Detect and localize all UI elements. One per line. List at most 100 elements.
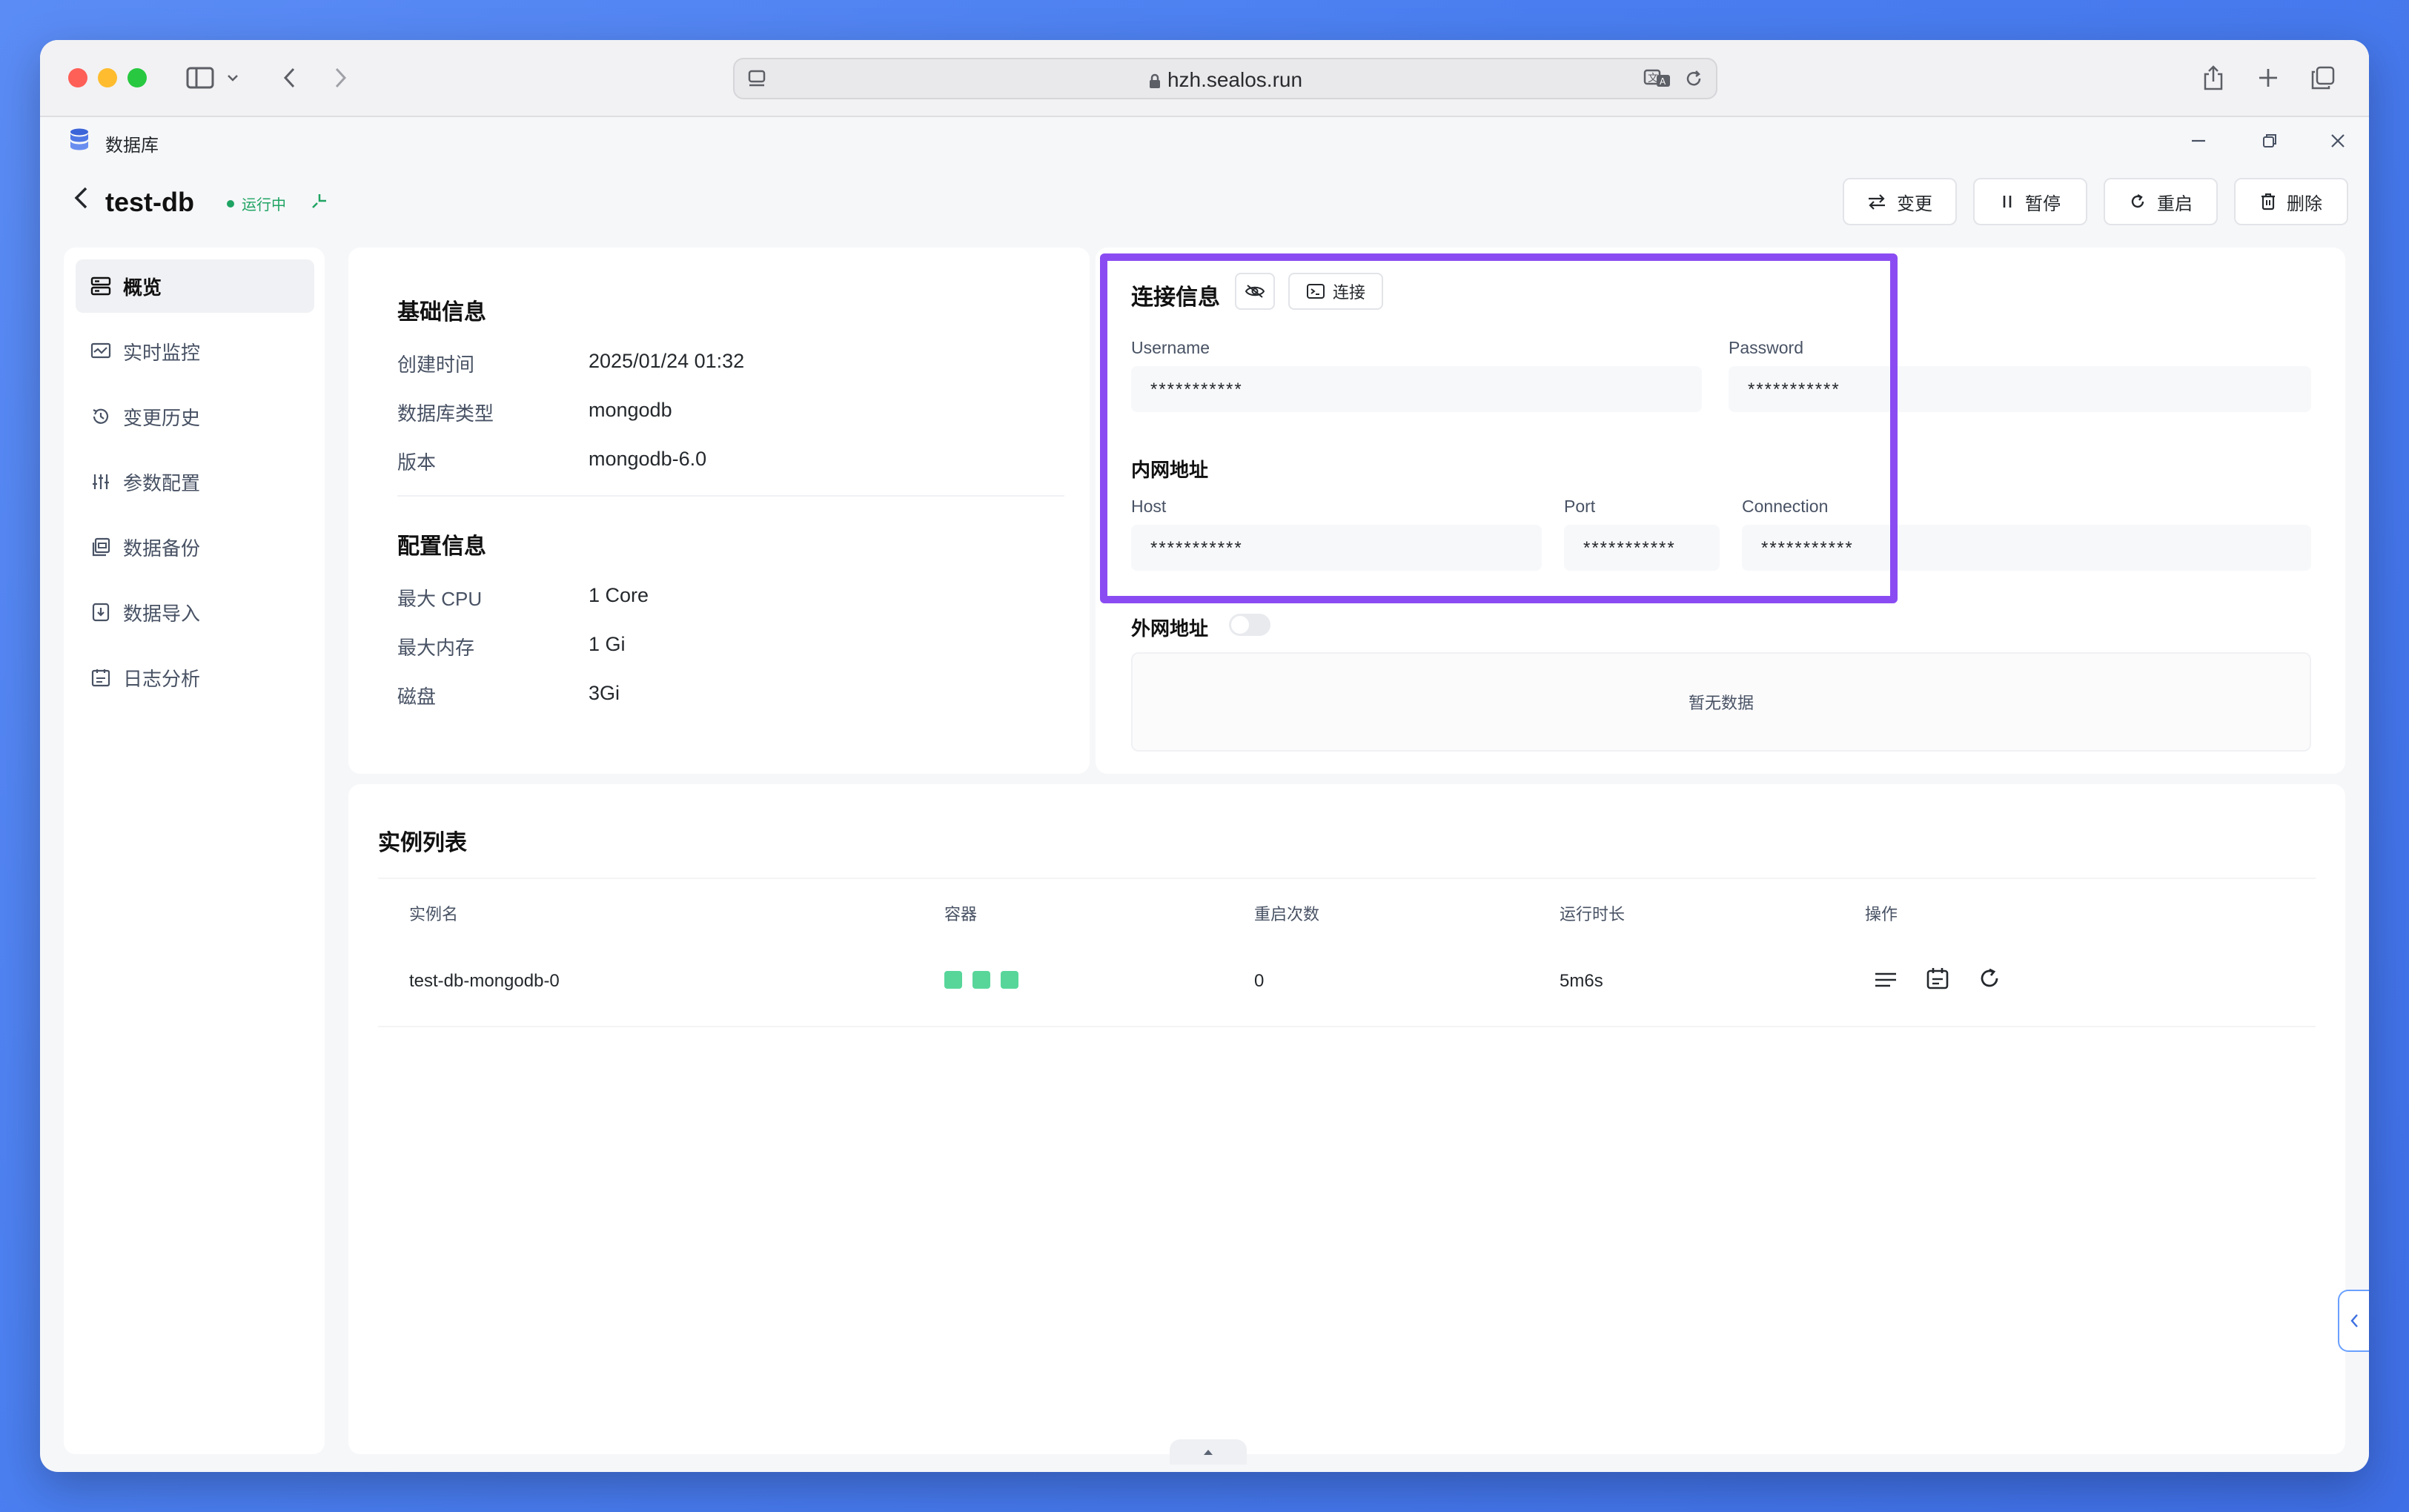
logs-icon[interactable] [1926,966,1949,990]
host-field[interactable]: *********** [1131,525,1542,571]
db-type-label: 数据库类型 [397,402,494,425]
connection-value: *********** [1761,538,1854,558]
trash-icon [2260,193,2276,210]
column-header-uptime: 运行时长 [1560,905,1626,924]
max-cpu-value: 1 Core [589,584,649,606]
share-icon[interactable] [2200,61,2227,95]
version-value: mongodb-6.0 [589,448,707,470]
row-divider [378,1026,2316,1027]
page-title: test-db [105,187,194,217]
internal-address-title: 内网地址 [1131,459,1209,481]
zoom-window-button[interactable] [127,68,147,87]
instance-name: test-db-mongodb-0 [409,971,560,991]
delete-label: 删除 [2287,193,2322,214]
back-button[interactable] [73,185,89,210]
details-icon[interactable] [1874,969,1898,990]
container-status [944,971,1029,994]
max-cpu-label: 最大 CPU [397,588,483,610]
username-label: Username [1131,338,1210,357]
reload-icon[interactable] [1683,68,1704,89]
chevron-down-icon[interactable] [224,61,242,95]
svg-text:文: 文 [1648,73,1658,84]
sidebar-item-params[interactable]: 参数配置 [76,455,314,508]
status-dot [227,199,234,208]
forward-icon[interactable] [328,61,354,95]
toggle-visibility-button[interactable] [1235,273,1275,310]
external-address-toggle[interactable] [1229,614,1270,636]
sidebar-item-logs[interactable]: 日志分析 [76,651,314,704]
restart-instance-icon[interactable] [1978,966,2001,990]
column-header-name: 实例名 [409,905,459,924]
minimize-icon[interactable] [2190,132,2207,150]
basic-info-panel [348,248,1090,774]
username-field[interactable]: *********** [1131,366,1702,412]
change-button[interactable]: 变更 [1843,178,1957,225]
password-value: *********** [1748,379,1840,399]
password-label: Password [1729,338,1803,357]
disk-value: 3Gi [589,682,620,704]
uptime: 5m6s [1560,971,1603,991]
sidebar-item-label: 变更历史 [123,406,201,429]
status-badge: 运行中 [227,193,286,214]
version-label: 版本 [397,451,437,474]
max-memory-label: 最大内存 [397,637,475,659]
column-header-restarts: 重启次数 [1254,905,1320,924]
sidebar-item-history[interactable]: 变更历史 [76,390,314,443]
change-label: 变更 [1897,193,1932,214]
eye-off-icon [1245,283,1265,299]
restore-icon[interactable] [2261,132,2279,150]
connect-label: 连接 [1332,283,1365,302]
connect-button[interactable]: 连接 [1288,273,1383,310]
delete-button[interactable]: 删除 [2234,178,2348,225]
status-text: 运行中 [242,197,286,213]
sidebar-item-label: 实时监控 [123,341,201,364]
port-value: *********** [1583,538,1676,558]
sidebar-item-label: 数据备份 [123,537,201,560]
sidebar-item-monitor[interactable]: 实时监控 [76,325,314,378]
side-drawer-toggle[interactable] [2338,1290,2369,1352]
table-header-divider [378,878,2316,879]
log-icon [90,668,111,687]
pause-button[interactable]: 暂停 [1973,178,2087,225]
minimize-window-button[interactable] [98,68,117,87]
terminal-icon [1306,283,1325,299]
port-field[interactable]: *********** [1564,525,1720,571]
external-address-title: 外网地址 [1131,617,1209,640]
address-bar[interactable]: hzh.sealos.run 文A [733,58,1717,99]
sidebar-item-label: 数据导入 [123,602,201,625]
tab-overview-icon[interactable] [2310,61,2336,95]
container-status-square [1001,971,1018,989]
host-label: Host [1131,497,1167,516]
instances-panel [348,784,2345,1454]
expand-icon[interactable] [310,191,329,210]
sidebar-item-label: 参数配置 [123,471,201,494]
basic-info-title: 基础信息 [397,300,486,325]
sidebar-item-overview[interactable]: 概览 [76,259,314,313]
sidebar-item-import[interactable]: 数据导入 [76,586,314,639]
app-titlebar: 数据库 [40,117,2369,165]
close-icon[interactable] [2329,132,2347,150]
restart-button[interactable]: 重启 [2104,178,2218,225]
svg-text:A: A [1660,76,1666,87]
db-type-value: mongodb [589,399,672,421]
connection-field[interactable]: *********** [1742,525,2311,571]
url-text: hzh.sealos.run [735,68,1716,92]
restart-label: 重启 [2157,193,2193,214]
sidebar-item-label: 日志分析 [123,667,201,690]
max-memory-value: 1 Gi [589,633,626,655]
sidebar: 概览 实时监控 变更历史 参数配置 数据备份 数据导入 日志分析 [64,248,325,1454]
back-icon[interactable] [276,61,302,95]
password-field[interactable]: *********** [1729,366,2311,412]
translate-icon[interactable]: 文A [1643,68,1671,89]
close-window-button[interactable] [68,68,87,87]
overview-icon [90,276,111,296]
chevron-up-icon [1202,1448,1214,1456]
instances-title: 实例列表 [378,831,467,855]
sidebar-toggle-icon[interactable] [184,61,216,95]
bottom-drawer-handle[interactable] [1170,1439,1247,1465]
monitor-icon [90,342,111,361]
browser-window: hzh.sealos.run 文A 数据库 test-db 运行中 变更 暂停 … [40,40,2369,1472]
sidebar-item-backup[interactable]: 数据备份 [76,520,314,574]
new-tab-icon[interactable] [2255,61,2282,95]
browser-toolbar: hzh.sealos.run 文A [40,40,2369,117]
